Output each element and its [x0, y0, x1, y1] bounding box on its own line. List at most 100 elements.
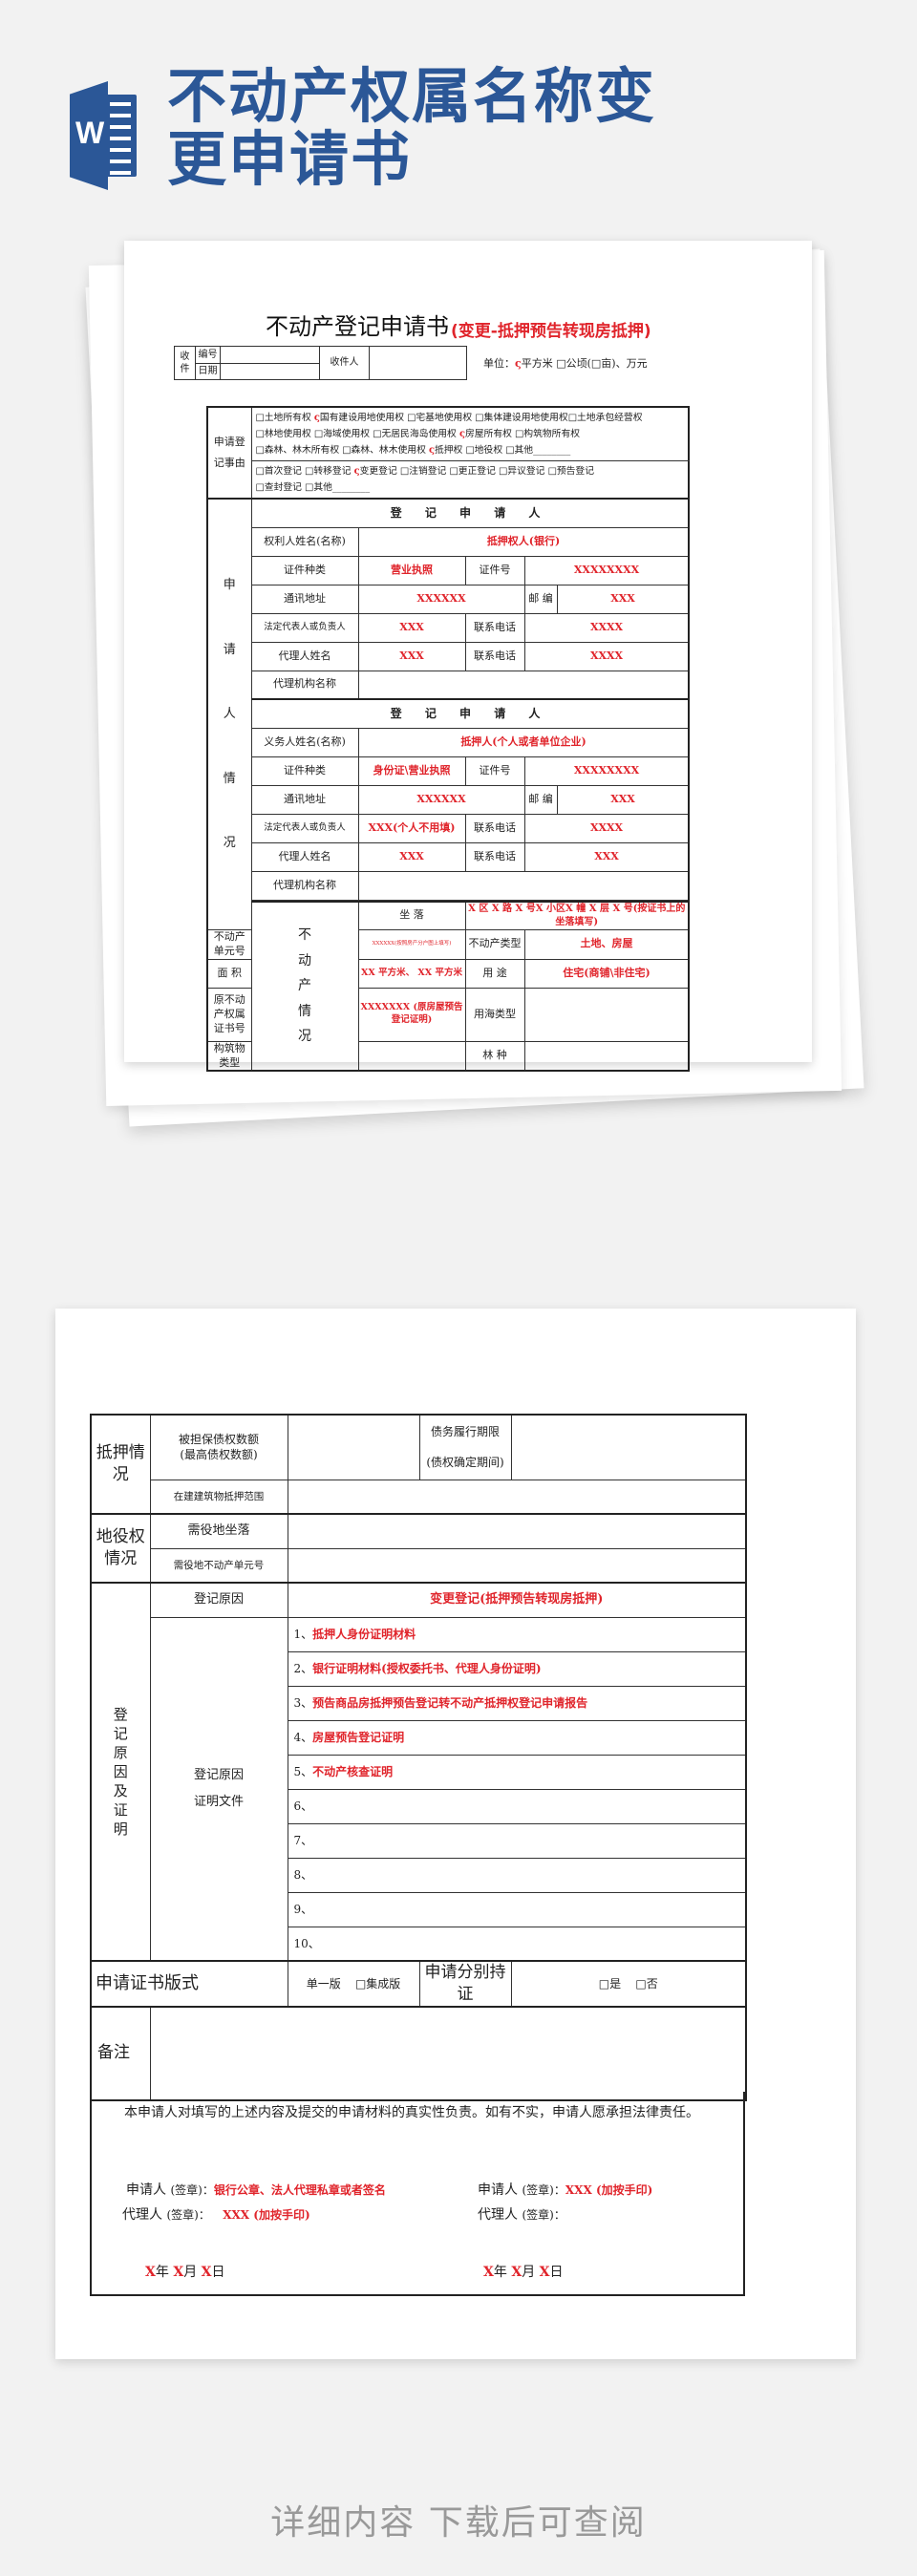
- label: 法定代表人或负责人: [250, 612, 359, 643]
- registration-table-2: 抵押情况 被担保债权数额 (最高债权数额) 债务履行期限 (债权确定期间) 在建建筑…: [90, 1414, 747, 2101]
- property-unit-no[interactable]: XXXXXX(按照房产分户图上填写): [357, 929, 466, 960]
- remarks-field[interactable]: [149, 2005, 747, 2101]
- label: 代理人姓名: [250, 841, 359, 872]
- unit-line: 单位：ς平方米 □公顷(□亩)、万元: [483, 357, 648, 370]
- right-holder-id-type[interactable]: 营业执照: [357, 555, 466, 585]
- proof-doc-item[interactable]: 6、: [287, 1788, 747, 1824]
- obligor-agent-phone[interactable]: XXX: [523, 841, 690, 872]
- label: 不动产类型: [464, 929, 525, 960]
- proof-doc-item[interactable]: 1、抵押人身份证明材料: [287, 1616, 747, 1652]
- label: 登记原因: [149, 1582, 288, 1618]
- proof-doc-item[interactable]: 2、银行证明材料(授权委托书、代理人身份证明): [287, 1650, 747, 1687]
- label: 在建建筑物抵押范围: [149, 1479, 288, 1515]
- form-subtitle: (变更-抵押预告转现房抵押): [451, 322, 651, 341]
- word-document-icon: W: [70, 81, 137, 190]
- label: 代理机构名称: [250, 670, 359, 700]
- label: 代理人姓名: [250, 641, 359, 671]
- obligor-agent[interactable]: XXX: [357, 841, 466, 872]
- label: 证件种类: [250, 756, 359, 786]
- property-use[interactable]: 住宅(商铺\非住宅): [523, 958, 690, 989]
- proof-doc-item[interactable]: 4、房屋预告登记证明: [287, 1719, 747, 1756]
- reason-section-label: 登记原因及证明: [90, 1582, 151, 1962]
- right-holder-agent[interactable]: XXX: [357, 641, 466, 671]
- obligor-agency[interactable]: [357, 870, 690, 901]
- property-structure-type[interactable]: [357, 1040, 466, 1072]
- obligor-id-type[interactable]: 身份证\营业执照: [357, 756, 466, 786]
- declaration-text: 本申请人对填写的上述内容及提交的申请材料的真实性负责。如有不实，申请人愿承担法律…: [124, 2105, 699, 2120]
- label: 林 种: [464, 1040, 525, 1072]
- right-types-options[interactable]: □土地所有权 ς国有建设用地使用权 □宅基地使用权 □集体建设用地使用权□土地承…: [250, 406, 690, 461]
- obligor-address[interactable]: XXXXXX: [357, 784, 525, 815]
- property-original-cert[interactable]: XXXXXXX (原房屋预告登记证明): [357, 987, 466, 1042]
- right-agent-signature[interactable]: 代理人 (签章)：: [478, 2204, 565, 2224]
- right-holder-agency[interactable]: [357, 670, 690, 700]
- right-holder-phone[interactable]: XXXX: [523, 612, 690, 643]
- receipt-date-label: 日期: [195, 362, 221, 380]
- property-location[interactable]: X 区 X 路 X 号X 小区X 幢 X 层 X 号(按证书上的坐落填写): [464, 900, 690, 930]
- proof-doc-item[interactable]: 3、预告商品房抵押预告登记转不动产抵押权登记申请报告: [287, 1685, 747, 1721]
- property-type[interactable]: 土地、房屋: [523, 929, 690, 960]
- label: 坐 落: [357, 900, 466, 930]
- label: 不动产单元号: [206, 929, 252, 960]
- proof-doc-item[interactable]: 10、: [287, 1926, 747, 1962]
- left-date[interactable]: X年 X月 X日: [145, 2262, 225, 2281]
- easement-location-field[interactable]: [287, 1513, 747, 1549]
- obligor-phone[interactable]: XXXX: [523, 813, 690, 843]
- property-forest-type[interactable]: [523, 1040, 690, 1072]
- right-applicant-signature[interactable]: 申请人 (签章)：XXX (加按手印): [478, 2180, 652, 2199]
- label: 债务履行期限 (债权确定期间): [418, 1414, 512, 1480]
- proof-doc-item[interactable]: 9、: [287, 1891, 747, 1927]
- receipt-label: 收件: [174, 346, 196, 380]
- mortgage-amount-field[interactable]: [287, 1414, 420, 1480]
- registration-reason[interactable]: 变更登记(抵押预告转现房抵押): [287, 1582, 747, 1618]
- easement-unit-field[interactable]: [287, 1547, 747, 1584]
- label: 证件号: [464, 555, 525, 585]
- label: 联系电话: [464, 612, 525, 643]
- separate-cert-label: 申请分别持证: [418, 1960, 512, 2008]
- label: 原不动产权属证书号: [206, 987, 252, 1042]
- receiver-label: 收件人: [319, 346, 370, 380]
- receipt-date-field[interactable]: [220, 362, 320, 380]
- label: 联系电话: [464, 841, 525, 872]
- receipt-number-label: 编号: [195, 346, 221, 364]
- proof-doc-item[interactable]: 7、: [287, 1822, 747, 1859]
- download-hint: 详细内容 下载后可查阅: [270, 2503, 647, 2543]
- proof-doc-item[interactable]: 5、不动产核查证明: [287, 1754, 747, 1790]
- label: 证件号: [464, 756, 525, 786]
- obligor-id-no[interactable]: XXXXXXXX: [523, 756, 690, 786]
- right-holder-agent-phone[interactable]: XXXX: [523, 641, 690, 671]
- separate-cert-options[interactable]: □是 □否: [510, 1960, 747, 2008]
- mortgage-term-field[interactable]: [510, 1414, 747, 1480]
- form-title: 不动产登记申请书: [266, 313, 449, 340]
- cert-format-options[interactable]: 单一版 □集成版: [287, 1960, 420, 2008]
- application-table: 申请登记事由 □土地所有权 ς国有建设用地使用权 □宅基地使用权 □集体建设用地…: [206, 406, 691, 1073]
- easement-section-label: 地役权情况: [90, 1513, 151, 1584]
- left-applicant-signature[interactable]: 申请人 (签章)：银行公章、法人代理私章或者签名: [126, 2180, 386, 2199]
- right-holder-id-no[interactable]: XXXXXXXX: [523, 555, 690, 585]
- obligor-postcode[interactable]: XXX: [556, 784, 690, 815]
- label: 登记原因 证明文件: [149, 1616, 288, 1962]
- right-holder-postcode[interactable]: XXX: [556, 584, 690, 614]
- right-holder-heading: 登 记 申 请 人: [250, 498, 690, 528]
- obligor-name[interactable]: 抵押人(个人或者单位企业): [357, 727, 690, 757]
- property-sea-use[interactable]: [523, 987, 690, 1042]
- banner-title: 不动产权属名称变更申请书: [167, 61, 657, 194]
- right-holder-address[interactable]: XXXXXX: [357, 584, 525, 614]
- label: 法定代表人或负责人: [250, 813, 359, 843]
- property-area[interactable]: XX 平方米、 XX 平方米: [357, 958, 466, 989]
- label: 被担保债权数额 (最高债权数额): [149, 1414, 288, 1480]
- right-date[interactable]: X年 X月 X日: [483, 2262, 564, 2281]
- right-holder-legal-rep[interactable]: XXX: [357, 612, 466, 643]
- label: 证件种类: [250, 555, 359, 585]
- receipt-number-field[interactable]: [220, 346, 320, 364]
- label: 面 积: [206, 958, 252, 989]
- right-holder-name[interactable]: 抵押权人(银行): [357, 526, 690, 557]
- proof-doc-item[interactable]: 8、: [287, 1857, 747, 1893]
- left-agent-signature[interactable]: 代理人 (签章)： XXX (加按手印): [122, 2204, 310, 2224]
- receipt-table: 收件 编号 收件人 日期: [174, 346, 467, 380]
- label: 需役地坐落: [149, 1513, 288, 1549]
- mortgage-scope-field[interactable]: [287, 1479, 747, 1515]
- receiver-field[interactable]: [369, 346, 467, 380]
- obligor-legal-rep[interactable]: XXX(个人不用填): [357, 813, 466, 843]
- registration-types-options[interactable]: □首次登记 □转移登记 ς变更登记 □注销登记 □更正登记 □异议登记 □预告登…: [250, 460, 690, 500]
